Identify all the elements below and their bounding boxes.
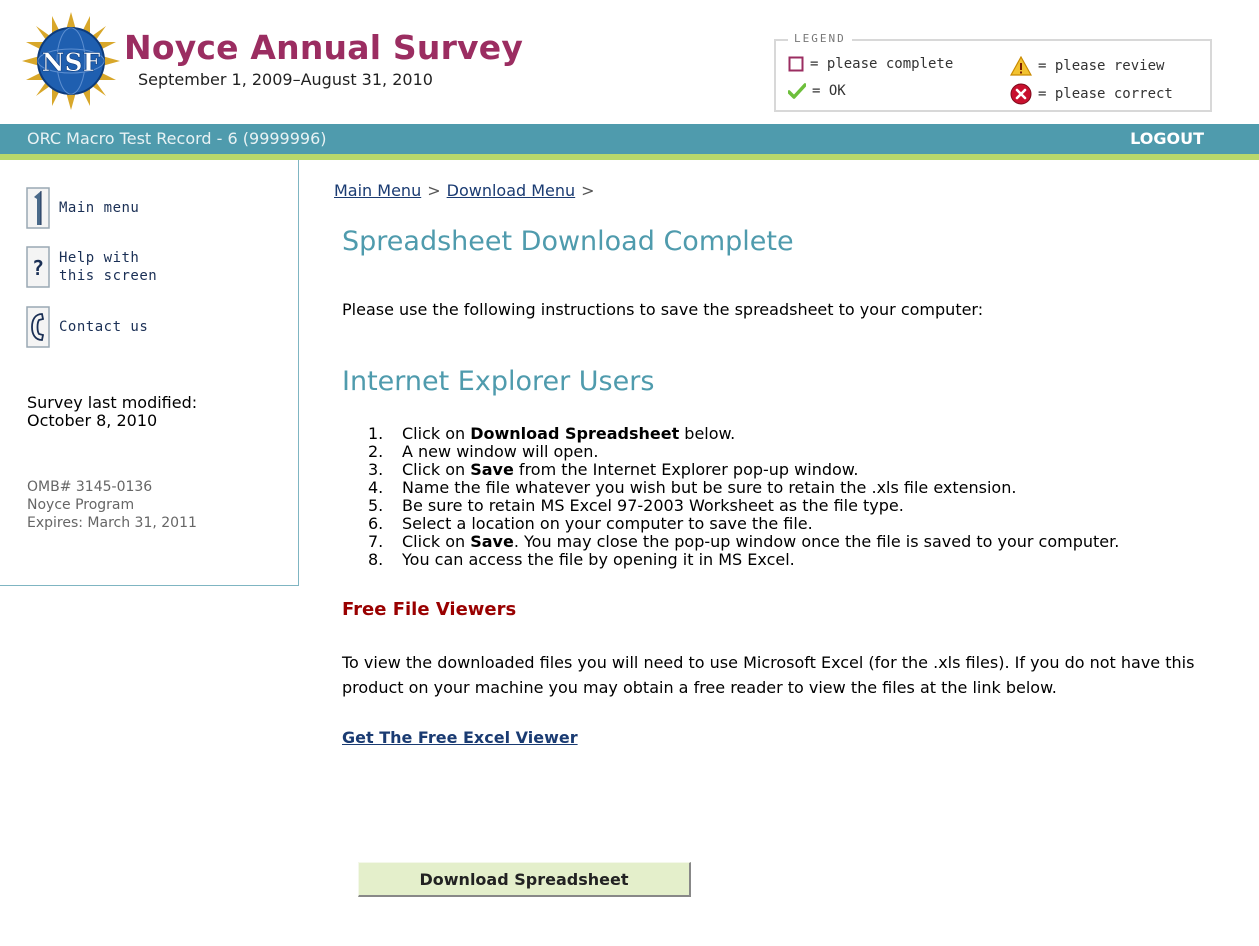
site-title: Noyce Annual Survey xyxy=(124,28,524,67)
step-text: Click on Save. You may close the pop-up … xyxy=(402,532,1120,551)
error-icon xyxy=(1010,83,1032,105)
step-number: 2. xyxy=(368,442,384,461)
sidebar: Main menu ? Help with this screen Contac… xyxy=(0,160,299,586)
page-title: Spreadsheet Download Complete xyxy=(342,226,794,257)
legend-please-complete: = please complete xyxy=(788,56,953,72)
list-item: 2. A new window will open. xyxy=(362,443,1119,461)
empty-box-icon xyxy=(788,56,804,72)
expiration-date: Expires: March 31, 2011 xyxy=(27,515,197,531)
nsf-logo[interactable]: NSF xyxy=(22,12,120,110)
step-text: A new window will open. xyxy=(402,442,599,461)
omb-info: OMB# 3145-0136 Noyce Program Expires: Ma… xyxy=(27,478,197,532)
step-number: 6. xyxy=(368,514,384,533)
sidebar-item-label: Help with this screen xyxy=(59,250,158,284)
logout-link[interactable]: LOGOUT xyxy=(1130,129,1204,148)
list-item: 6. Select a location on your computer to … xyxy=(362,515,1119,533)
free-file-viewers-text: To view the downloaded files you will ne… xyxy=(342,653,1195,697)
step-number: 5. xyxy=(368,496,384,515)
step-text: Select a location on your computer to sa… xyxy=(402,514,813,533)
sidebar-item-label: Main menu xyxy=(59,200,140,216)
breadcrumb-separator: > xyxy=(581,181,595,200)
breadcrumb-download-menu[interactable]: Download Menu xyxy=(447,181,576,200)
list-item: 7. Click on Save. You may close the pop-u… xyxy=(362,533,1119,551)
breadcrumb-main-menu[interactable]: Main Menu xyxy=(334,181,421,200)
warning-icon xyxy=(1010,56,1032,76)
sidebar-contact-us[interactable]: Contact us xyxy=(26,306,148,348)
instruction-steps: 1. Click on Download Spreadsheet below. 2… xyxy=(362,425,1119,569)
step-number: 1. xyxy=(368,424,384,443)
phone-icon xyxy=(26,306,50,348)
legend-please-review: = please review xyxy=(1010,56,1164,76)
legend-title: LEGEND xyxy=(788,32,852,45)
list-item: 8. You can access the file by opening it … xyxy=(362,551,1119,569)
list-item: 1. Click on Download Spreadsheet below. xyxy=(362,425,1119,443)
sidebar-item-label: Contact us xyxy=(59,319,149,335)
step-number: 8. xyxy=(368,550,384,569)
step-text: You can access the file by opening it in… xyxy=(402,550,795,569)
step-text: Click on Download Spreadsheet below. xyxy=(402,424,736,443)
legend-label: = please correct xyxy=(1038,86,1173,102)
step-text: Be sure to retain MS Excel 97-2003 Works… xyxy=(402,496,904,515)
survey-last-modified: Survey last modified: October 8, 2010 xyxy=(27,394,197,430)
svg-text:NSF: NSF xyxy=(42,48,101,77)
legend-label: = please review xyxy=(1038,58,1165,74)
step-number: 4. xyxy=(368,478,384,497)
modified-date: October 8, 2010 xyxy=(27,411,158,430)
modified-label: Survey last modified: xyxy=(27,393,198,412)
section-title-ie-users: Internet Explorer Users xyxy=(342,366,655,397)
header: NSF Noyce Annual Survey September 1, 200… xyxy=(0,0,1259,124)
record-name: ORC Macro Test Record - 6 (9999996) xyxy=(27,129,327,148)
download-spreadsheet-button[interactable]: Download Spreadsheet xyxy=(358,862,691,897)
main-menu-icon xyxy=(26,187,50,229)
legend: LEGEND = please complete = OK = please r… xyxy=(774,32,1212,112)
program-name: Noyce Program xyxy=(27,497,135,513)
nsf-seal-icon: NSF xyxy=(22,12,120,110)
survey-dates: September 1, 2009–August 31, 2010 xyxy=(138,70,433,89)
list-item: 5. Be sure to retain MS Excel 97-2003 Wor… xyxy=(362,497,1119,515)
checkmark-icon xyxy=(788,83,806,99)
legend-please-correct: = please correct xyxy=(1010,83,1173,105)
help-icon: ? xyxy=(26,246,50,288)
step-number: 7. xyxy=(368,532,384,551)
legend-label: = OK xyxy=(812,83,846,99)
svg-text:?: ? xyxy=(32,256,44,280)
instructions-intro: Please use the following instructions to… xyxy=(342,300,984,319)
sidebar-main-menu[interactable]: Main menu xyxy=(26,187,139,229)
list-item: 3. Click on Save from the Internet Explor… xyxy=(362,461,1119,479)
breadcrumb-separator: > xyxy=(427,181,441,200)
breadcrumb: Main Menu > Download Menu > xyxy=(334,181,601,200)
step-text: Click on Save from the Internet Explorer… xyxy=(402,460,859,479)
sidebar-help[interactable]: ? Help with this screen xyxy=(26,246,157,288)
omb-number: OMB# 3145-0136 xyxy=(27,479,153,495)
legend-ok: = OK xyxy=(788,83,846,99)
free-file-viewers-heading: Free File Viewers xyxy=(342,599,517,620)
step-text: Name the file whatever you wish but be s… xyxy=(402,478,1017,497)
legend-label: = please complete xyxy=(810,56,954,72)
list-item: 4. Name the file whatever you wish but be… xyxy=(362,479,1119,497)
step-number: 3. xyxy=(368,460,384,479)
top-bar: ORC Macro Test Record - 6 (9999996) LOGO… xyxy=(0,124,1259,160)
excel-viewer-link[interactable]: Get The Free Excel Viewer xyxy=(342,728,578,747)
